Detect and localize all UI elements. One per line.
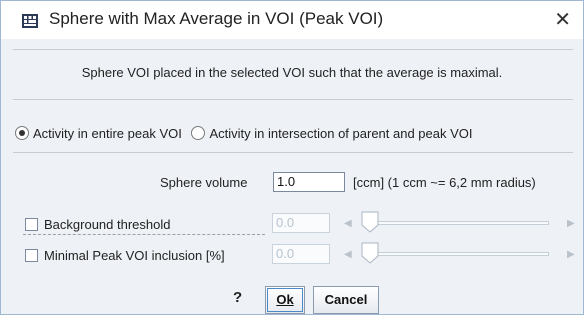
peak-inclusion-input[interactable]: 0.0 <box>272 244 330 264</box>
title-bar: Sphere with Max Average in VOI (Peak VOI… <box>1 1 583 39</box>
ok-button-label: Ok <box>276 292 294 307</box>
divider <box>13 152 573 153</box>
window-title: Sphere with Max Average in VOI (Peak VOI… <box>49 9 384 28</box>
cancel-button-label: Cancel <box>324 292 368 307</box>
sphere-volume-label: Sphere volume <box>160 175 248 190</box>
radio-intersection-label: Activity in intersection of parent and p… <box>209 126 473 141</box>
radio-entire-peak[interactable]: Activity in entire peak VOI <box>15 126 185 141</box>
sphere-volume-input[interactable]: 1.0 <box>273 172 345 192</box>
background-threshold-input[interactable]: 0.0 <box>272 213 330 233</box>
radio-entire-peak-label: Activity in entire peak VOI <box>33 126 182 141</box>
divider <box>13 99 573 100</box>
slider-thumb-icon[interactable] <box>360 242 380 264</box>
background-threshold-checkbox[interactable] <box>25 218 38 231</box>
slider-thumb-icon[interactable] <box>360 211 380 233</box>
close-button[interactable]: ✕ <box>554 7 571 32</box>
slider-right-arrow-icon[interactable]: ▶ <box>567 218 575 229</box>
radio-selected-icon[interactable] <box>15 126 29 140</box>
cancel-button[interactable]: Cancel <box>313 286 379 314</box>
slider-left-arrow-icon[interactable]: ◀ <box>344 218 352 229</box>
dialog-window: Sphere with Max Average in VOI (Peak VOI… <box>0 0 584 315</box>
background-threshold-slider[interactable] <box>365 221 549 225</box>
dashed-separator <box>23 234 265 235</box>
top-divider <box>13 49 573 50</box>
peak-inclusion-slider[interactable] <box>365 252 549 256</box>
dialog-content: Sphere VOI placed in the selected VOI su… <box>1 39 583 314</box>
slider-left-arrow-icon[interactable]: ◀ <box>344 249 352 260</box>
grid-app-icon <box>22 14 38 28</box>
slider-right-arrow-icon[interactable]: ▶ <box>567 249 575 260</box>
radio-unselected-icon[interactable] <box>191 126 206 140</box>
background-threshold-label: Background threshold <box>44 217 171 232</box>
mode-radio-group: Activity in entire peak VOI Activity in … <box>15 126 473 141</box>
help-button[interactable]: ? <box>233 289 242 306</box>
description-text: Sphere VOI placed in the selected VOI su… <box>81 65 503 80</box>
ok-button[interactable]: Ok <box>265 286 305 314</box>
peak-inclusion-checkbox[interactable] <box>25 249 38 262</box>
peak-inclusion-label: Minimal Peak VOI inclusion [%] <box>44 248 225 263</box>
radio-intersection[interactable]: Activity in intersection of parent and p… <box>191 126 473 141</box>
sphere-volume-unit: [ccm] (1 ccm ~= 6,2 mm radius) <box>353 175 536 190</box>
